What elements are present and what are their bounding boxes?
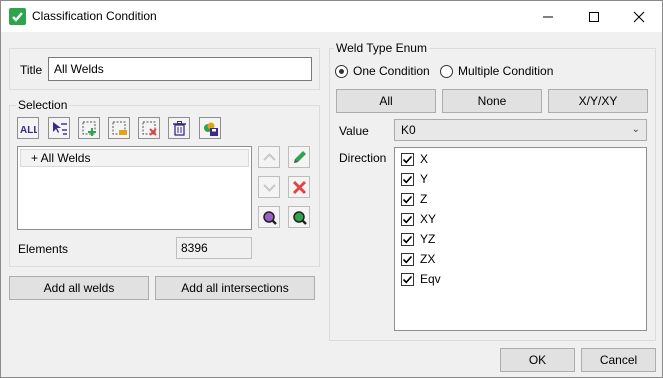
move-down-icon [263,184,276,192]
svg-text:ALL: ALL [20,125,37,136]
replace-selection-button[interactable] [108,117,130,139]
edit-button[interactable] [288,146,310,168]
add-all-intersections-button[interactable]: Add all intersections [155,276,315,300]
none-button[interactable]: None [442,89,542,113]
add-all-welds-button[interactable]: Add all welds [9,276,149,300]
xyz-button-label: X/Y/XY [578,94,618,108]
chevron-down-icon: ⌄ [631,124,640,135]
one-condition-label[interactable]: One Condition [353,64,430,78]
all-button-label: All [379,94,393,108]
select-all-button[interactable]: ALL [17,117,39,139]
remove-button[interactable] [288,176,310,198]
value-dropdown[interactable]: K0 ⌄ [394,119,647,141]
direction-label-text: X [420,152,429,166]
direction-checkbox[interactable] [401,273,414,286]
save-selection-button[interactable] [199,117,221,139]
save-selection-icon [204,122,218,136]
checkmark-icon [402,195,413,204]
none-button-label: None [477,94,507,108]
value-label: Value [339,124,369,138]
move-up-button[interactable] [258,146,280,168]
checkmark-icon [402,255,413,264]
select-list-icon [53,122,67,135]
zoom-purple-icon [263,211,277,225]
title-bar[interactable]: Classification Condition [1,1,662,32]
weld-type-label: Weld Type Enum [334,41,429,55]
selection-label: Selection [16,98,70,112]
direction-label-text: YZ [420,232,436,246]
multiple-condition-radio[interactable] [440,65,453,78]
close-icon [633,11,645,23]
elements-count: 8396 [176,237,252,259]
maximize-icon [589,12,599,22]
maximize-button[interactable] [571,1,617,32]
direction-label-text: Y [420,172,429,186]
replace-selection-icon [112,121,127,135]
direction-label-text: Z [420,192,428,206]
direction-checkbox[interactable] [401,233,414,246]
list-item[interactable]: + All Welds [20,149,249,167]
checkmark-icon [402,235,413,244]
add-selection-icon [82,121,96,136]
direction-label: Direction [339,151,387,165]
direction-label-text: Eqv [420,272,441,286]
move-down-button[interactable] [258,176,280,198]
elements-label: Elements [18,242,69,256]
remove-x-icon [292,180,307,195]
ok-button-label: OK [528,353,547,367]
selection-list[interactable]: + All Welds [17,146,252,230]
move-up-icon [263,153,276,161]
remove-selection-icon [142,121,157,136]
add-all-intersections-label: Add all intersections [181,281,289,295]
delete-button[interactable] [168,117,190,139]
direction-checkbox[interactable] [401,253,414,266]
direction-checkbox[interactable] [401,173,414,186]
select-all-icon: ALL [20,125,37,136]
direction-checkbox[interactable] [401,153,414,166]
multiple-condition-label[interactable]: Multiple Condition [458,64,553,78]
zoom-selection-button[interactable] [258,206,280,228]
checkmark-icon [402,175,413,184]
value-selected: K0 [401,123,416,137]
edit-pencil-icon [294,151,306,163]
window-title: Classification Condition [32,9,157,23]
zoom-green-icon [293,211,307,225]
direction-label-text: ZX [420,252,436,266]
direction-label-text: XY [420,212,437,226]
xyz-button[interactable]: X/Y/XY [548,89,648,113]
checkmark-icon [402,155,413,164]
one-condition-radio[interactable] [335,65,348,78]
dialog-window: Classification Condition Title All Welds… [0,0,663,378]
minimize-icon [543,16,553,18]
cancel-button[interactable]: Cancel [581,348,656,372]
title-label: Title [20,63,43,77]
title-input[interactable]: All Welds [48,57,312,81]
direction-list: X Y Z XY YZ ZX Eqv [394,147,647,331]
cancel-button-label: Cancel [599,353,638,367]
direction-checkbox[interactable] [401,213,414,226]
all-button[interactable]: All [336,89,436,113]
minimize-button[interactable] [525,1,571,32]
checkmark-icon [402,215,413,224]
direction-checkbox[interactable] [401,193,414,206]
ok-button[interactable]: OK [500,348,575,372]
add-selection-button[interactable] [78,117,100,139]
checkmark-app-icon [9,8,26,25]
zoom-all-button[interactable] [288,206,310,228]
delete-icon [173,121,186,136]
remove-selection-button[interactable] [138,117,160,139]
close-button[interactable] [616,1,662,32]
select-list-button[interactable] [48,117,70,139]
checkmark-icon [402,275,413,284]
add-all-welds-label: Add all welds [43,281,115,295]
